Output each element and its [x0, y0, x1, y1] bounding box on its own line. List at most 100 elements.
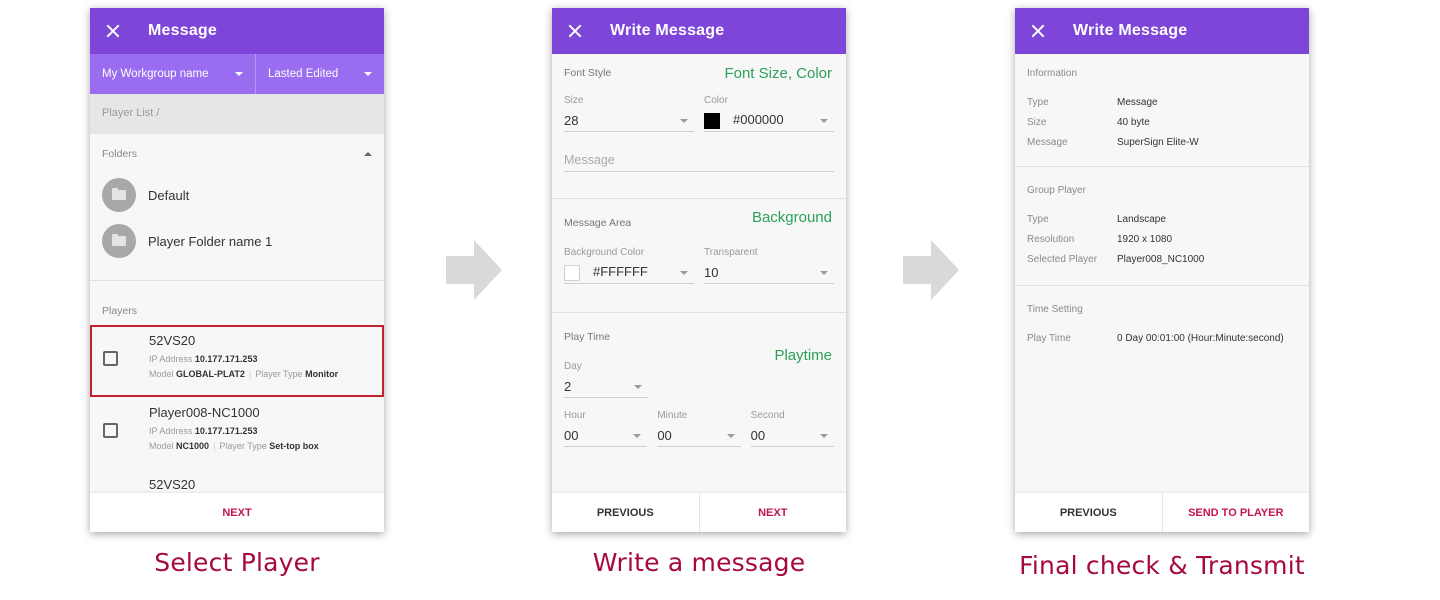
info-row-selected-player: Selected Player Player008_NC1000	[1027, 250, 1297, 270]
color-swatch	[564, 264, 580, 281]
filter-bar: My Workgroup name Lasted Edited	[90, 54, 384, 94]
color-label: Color	[704, 95, 728, 106]
folder-name: Player Folder name 1	[148, 233, 273, 249]
player-list-item[interactable]: 52VS20 IP Address 10.177.171.253 Model G…	[90, 325, 384, 397]
model-value: GLOBAL-PLAT2	[176, 369, 245, 379]
information-section: Information Type Message Size 40 byte Mess…	[1015, 54, 1309, 166]
minute-value: 00	[657, 428, 672, 443]
page-title: Message	[148, 22, 217, 39]
chevron-up-icon[interactable]	[364, 152, 372, 156]
info-value: 40 byte	[1117, 117, 1150, 128]
second-label: Second	[750, 410, 785, 421]
previous-button[interactable]: PREVIOUS	[1015, 493, 1162, 532]
player-name: Player008-NC1000	[149, 405, 260, 420]
breadcrumb[interactable]: Player List /	[90, 94, 384, 134]
chevron-down-icon	[819, 433, 828, 438]
step-caption: Select Player	[154, 548, 320, 577]
type-value: Monitor	[305, 369, 339, 379]
footer-bar: PREVIOUS NEXT	[552, 493, 846, 532]
chevron-down-icon	[235, 72, 243, 76]
minute-label: Minute	[657, 410, 688, 421]
chevron-down-icon	[820, 118, 828, 123]
chevron-down-icon	[680, 118, 688, 123]
arrow-right-icon	[903, 240, 959, 300]
players-header: Players	[90, 281, 384, 325]
chevron-down-icon	[726, 433, 735, 438]
ip-label: IP Address	[149, 354, 193, 364]
send-to-player-button[interactable]: SEND TO PLAYER	[1161, 493, 1310, 532]
player-checkbox[interactable]	[103, 423, 118, 438]
players-label: Players	[102, 305, 138, 317]
footer-bar: NEXT	[90, 493, 384, 532]
close-icon[interactable]	[1029, 22, 1047, 40]
step-caption: Final check & Transmit	[1019, 551, 1305, 580]
chevron-down-icon	[634, 384, 642, 389]
second-value: 00	[750, 428, 766, 443]
annotation-label: Font Size, Color	[724, 65, 832, 82]
background-color-select[interactable]: #FFFFFF	[564, 262, 694, 284]
group-player-section: Group Player Type Landscape Resolution 192…	[1015, 167, 1309, 285]
info-key: Type	[1027, 214, 1049, 225]
day-select[interactable]: 2	[564, 376, 648, 398]
player-list-item[interactable]: Player008-NC1000 IP Address 10.177.171.2…	[90, 397, 384, 469]
player-name: 52VS20	[149, 333, 196, 348]
chevron-down-icon	[633, 433, 642, 438]
arrow-right-icon	[446, 240, 502, 300]
folders-header[interactable]: Folders	[90, 134, 384, 160]
workgroup-dropdown[interactable]: My Workgroup name	[90, 54, 256, 94]
info-key: Selected Player	[1027, 254, 1098, 265]
day-value: 2	[564, 379, 572, 394]
background-color-value: #FFFFFF	[593, 264, 648, 280]
transparent-label: Transparent	[704, 247, 758, 258]
transparent-select[interactable]: 10	[704, 262, 834, 284]
write-message-screen: Write Message Font Style Font Size, Colo…	[552, 8, 846, 532]
previous-button[interactable]: PREVIOUS	[552, 493, 699, 532]
play-time-section: Play Time Playtime Day 2 Hour 00 Minute …	[552, 313, 846, 447]
next-button[interactable]: NEXT	[90, 493, 384, 532]
info-value: Landscape	[1117, 214, 1166, 225]
player-name: 52VS20	[149, 477, 196, 492]
sort-value: Lasted Edited	[268, 68, 339, 80]
type-label: Player Type	[255, 369, 303, 379]
info-value: SuperSign Elite-W	[1117, 137, 1199, 148]
player-ip: IP Address 10.177.171.253	[149, 352, 338, 367]
info-value: 1920 x 1080	[1117, 234, 1173, 245]
section-title: Information	[1027, 68, 1078, 79]
folder-item-default[interactable]: Default	[90, 172, 384, 218]
sort-dropdown[interactable]: Lasted Edited	[256, 54, 384, 94]
page-title: Write Message	[610, 22, 725, 39]
step-caption: Write a message	[592, 548, 806, 577]
size-select[interactable]: 28	[564, 110, 694, 132]
message-input[interactable]	[564, 148, 834, 172]
player-checkbox[interactable]	[103, 351, 118, 366]
hour-select[interactable]: 00	[564, 425, 648, 447]
info-value: 0 Day 00:01:00 (Hour:Minute:second)	[1117, 333, 1284, 344]
chevron-down-icon	[680, 270, 688, 275]
model-label: Model	[149, 369, 174, 379]
final-check-screen: Write Message Information Type Message Si…	[1015, 8, 1309, 532]
info-value: Player008_NC1000	[1117, 254, 1205, 265]
message-area-section: Message Area Background Background Color…	[552, 199, 846, 312]
close-icon[interactable]	[104, 22, 122, 40]
next-button[interactable]: NEXT	[698, 493, 847, 532]
color-select[interactable]: #000000	[704, 110, 834, 132]
info-row-size: Size 40 byte	[1027, 113, 1297, 133]
info-key: Message	[1027, 137, 1068, 148]
model-label: Model	[149, 441, 174, 451]
app-bar: Write Message	[552, 8, 846, 54]
info-row-resolution: Resolution 1920 x 1080	[1027, 230, 1297, 250]
folder-icon	[102, 178, 136, 212]
player-ip: IP Address 10.177.171.253	[149, 424, 319, 439]
minute-select[interactable]: 00	[657, 425, 741, 447]
close-icon[interactable]	[566, 22, 584, 40]
info-key: Type	[1027, 97, 1049, 108]
select-player-screen: Message My Workgroup name Lasted Edited …	[90, 8, 384, 532]
second-select[interactable]: 00	[750, 425, 834, 447]
folder-icon	[102, 224, 136, 258]
folder-name: Default	[148, 187, 190, 203]
model-value: NC1000	[176, 441, 210, 451]
folder-item-player-folder-1[interactable]: Player Folder name 1	[90, 218, 384, 264]
time-setting-section: Time Setting Play Time 0 Day 00:01:00 (Ho…	[1015, 286, 1309, 361]
info-key: Play Time	[1027, 333, 1071, 344]
info-key: Resolution	[1027, 234, 1075, 245]
